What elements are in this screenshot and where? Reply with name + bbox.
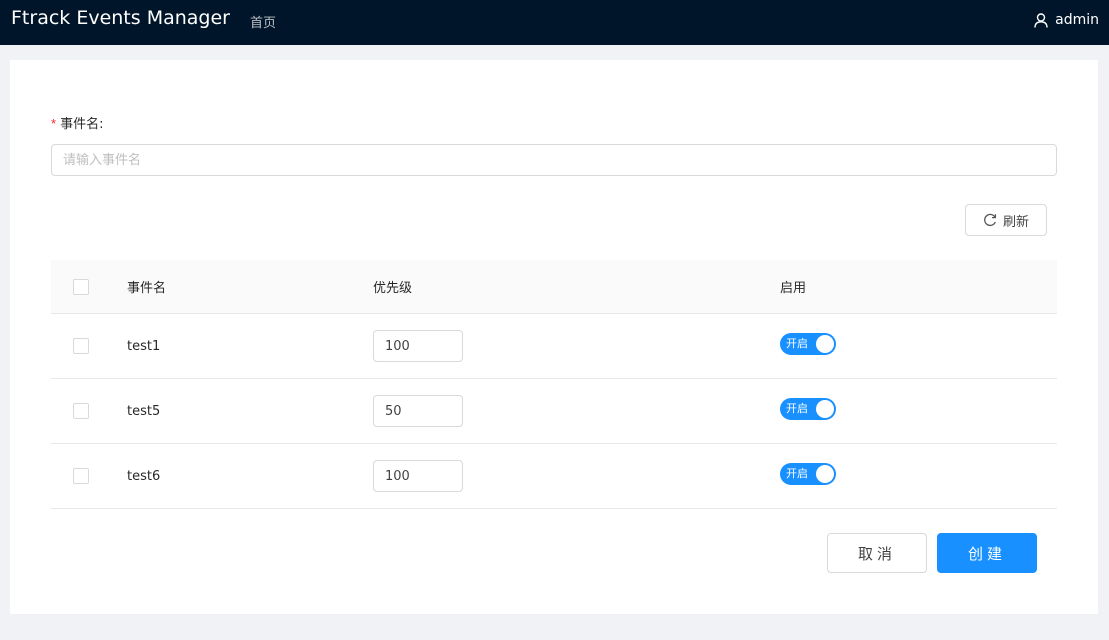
priority-input[interactable]: [373, 330, 463, 362]
main-card: *事件名: 刷新 事件名 优先级 启用 test1 开启 test5 开启: [10, 60, 1098, 614]
table-row: test1 开启: [51, 314, 1057, 379]
reload-icon: [984, 213, 997, 226]
enable-switch[interactable]: 开启: [780, 463, 836, 485]
refresh-label: 刷新: [1002, 214, 1029, 230]
user-icon: [1034, 12, 1048, 28]
cancel-button[interactable]: 取消: [827, 533, 927, 573]
enable-switch[interactable]: 开启: [780, 398, 836, 420]
nav-item-home[interactable]: 首页: [250, 12, 276, 31]
switch-label: 开启: [786, 337, 808, 350]
event-name-cell: test1: [127, 338, 161, 354]
required-mark: *: [51, 116, 57, 131]
row-checkbox[interactable]: [73, 338, 89, 354]
event-name-label-text: 事件名:: [60, 117, 104, 132]
select-all-checkbox[interactable]: [73, 278, 89, 295]
switch-label: 开启: [786, 467, 808, 480]
row-checkbox[interactable]: [73, 468, 89, 484]
top-header: Ftrack Events Manager 首页 admin: [0, 0, 1109, 45]
table-row: test5 开启: [51, 379, 1057, 444]
user-name: admin: [1055, 12, 1099, 28]
column-header-name: 事件名: [127, 281, 167, 296]
event-name-cell: test5: [127, 403, 161, 419]
column-header-priority: 优先级: [373, 281, 413, 296]
app-title: Ftrack Events Manager: [11, 7, 230, 29]
event-name-input[interactable]: [51, 144, 1057, 176]
event-name-label: * 事件名:: [51, 113, 103, 132]
switch-label: 开启: [786, 402, 808, 415]
user-menu[interactable]: admin: [1034, 12, 1099, 28]
enable-switch[interactable]: 开启: [780, 333, 836, 355]
switch-knob: [816, 465, 834, 483]
table-row: test6 开启: [51, 444, 1057, 509]
table-header: 事件名 优先级 启用: [51, 260, 1057, 314]
events-table: 事件名 优先级 启用 test1 开启 test5 开启 test6 开启: [51, 260, 1057, 509]
create-button[interactable]: 创建: [937, 533, 1037, 573]
switch-knob: [816, 400, 834, 418]
event-name-cell: test6: [127, 468, 161, 484]
priority-input[interactable]: [373, 460, 463, 492]
refresh-button[interactable]: 刷新: [965, 204, 1047, 236]
row-checkbox[interactable]: [73, 403, 89, 419]
column-header-enabled: 启用: [780, 281, 807, 296]
switch-knob: [816, 335, 834, 353]
priority-input[interactable]: [373, 395, 463, 427]
